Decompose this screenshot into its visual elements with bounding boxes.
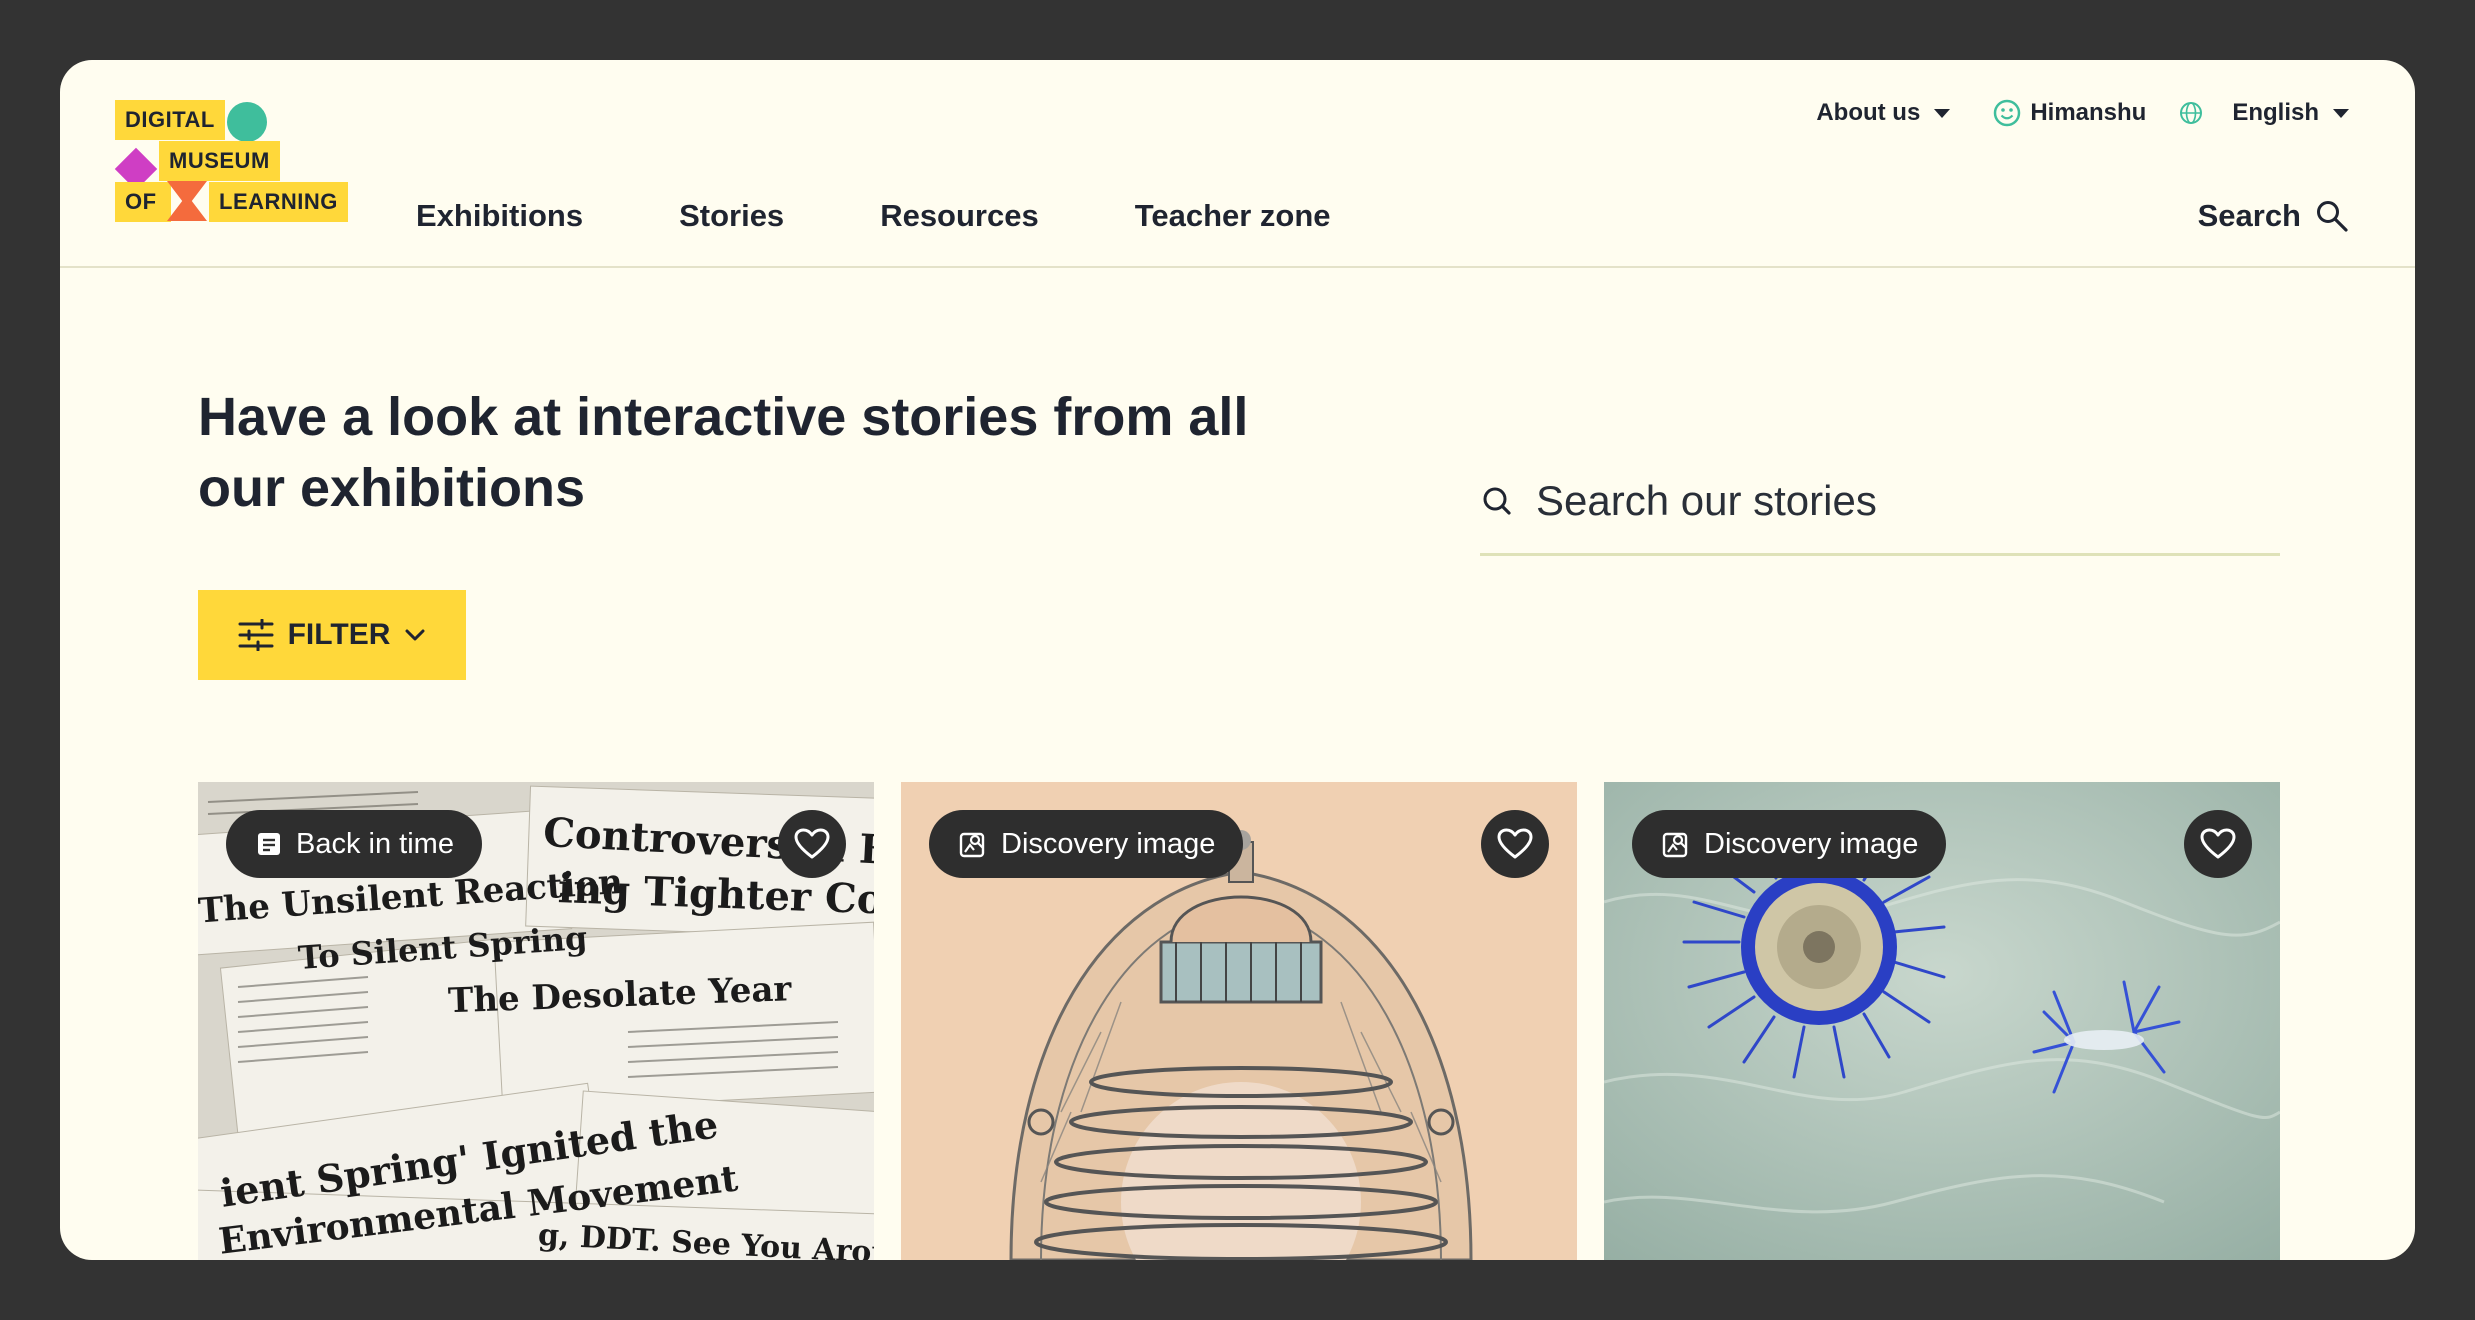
card-badge: Discovery image <box>1632 810 1947 878</box>
language-selector[interactable]: English <box>2178 99 2349 127</box>
card-badge: Discovery image <box>929 810 1244 878</box>
story-card-discovery-jellyfish[interactable]: Discovery image <box>1604 782 2280 1260</box>
search-icon <box>1483 487 1511 515</box>
header-search-button[interactable]: Search <box>2198 188 2349 244</box>
nav-stories[interactable]: Stories <box>679 188 784 244</box>
user-account[interactable]: Himanshu <box>1992 98 2146 128</box>
story-cards: Controversial Bill ing Tighter Controls … <box>198 782 2280 1260</box>
favorite-button[interactable] <box>1481 810 1549 878</box>
logo-circle-shape <box>227 102 267 142</box>
filter-button[interactable]: FILTER <box>198 590 466 680</box>
card-badge-label: Back in time <box>296 827 454 860</box>
about-us-menu[interactable]: About us <box>1816 99 1951 127</box>
story-card-back-in-time[interactable]: Controversial Bill ing Tighter Controls … <box>198 782 874 1260</box>
sliders-icon <box>238 619 274 651</box>
user-name: Himanshu <box>2030 99 2147 126</box>
logo-word-museum: MUSEUM <box>159 141 280 181</box>
logo-word-of: OF <box>115 182 171 222</box>
globe-icon <box>2180 102 2203 124</box>
logo-word-digital: DIGITAL <box>115 100 225 140</box>
language-label: English <box>2232 99 2319 126</box>
favorite-button[interactable] <box>2184 810 2252 878</box>
nav-teacher-zone[interactable]: Teacher zone <box>1135 188 1331 244</box>
site-header: DIGITAL MUSEUM OF LEARNING About us Hima… <box>60 60 2415 268</box>
search-icon <box>2317 201 2348 232</box>
heart-icon <box>794 828 830 859</box>
story-search-field <box>1480 448 2280 556</box>
filter-label: FILTER <box>287 618 391 651</box>
favorite-button[interactable] <box>778 810 846 878</box>
story-card-discovery-tower[interactable]: Discovery image <box>901 782 1577 1260</box>
logo-hourglass-shape <box>167 181 207 221</box>
card-badge-label: Discovery image <box>1704 827 1919 860</box>
story-search-input[interactable] <box>1536 476 2236 525</box>
caret-down-icon <box>1934 108 1951 118</box>
site-logo[interactable]: DIGITAL MUSEUM OF LEARNING <box>114 100 350 225</box>
card-badge: Back in time <box>226 810 482 878</box>
nav-resources[interactable]: Resources <box>880 188 1039 244</box>
heart-icon <box>2200 828 2236 859</box>
main-nav: Exhibitions Stories Resources Teacher zo… <box>416 188 1331 244</box>
page-title: Have a look at interactive stories from … <box>198 387 1249 518</box>
smiley-icon <box>1994 99 2021 127</box>
nav-exhibitions[interactable]: Exhibitions <box>416 188 583 244</box>
browser-page: DIGITAL MUSEUM OF LEARNING About us Hima… <box>60 60 2415 1260</box>
card-badge-label: Discovery image <box>1001 827 1216 860</box>
about-us-label: About us <box>1816 99 1921 126</box>
header-search-label: Search <box>2197 198 2301 233</box>
image-search-icon <box>959 832 985 858</box>
heart-icon <box>1497 828 1533 859</box>
caret-down-icon <box>2333 108 2349 118</box>
chevron-down-icon <box>405 629 425 641</box>
document-icon <box>258 833 280 855</box>
image-search-icon <box>1662 832 1688 858</box>
utility-bar: About us Himanshu English <box>1816 88 2349 138</box>
logo-word-learning: LEARNING <box>209 182 348 222</box>
